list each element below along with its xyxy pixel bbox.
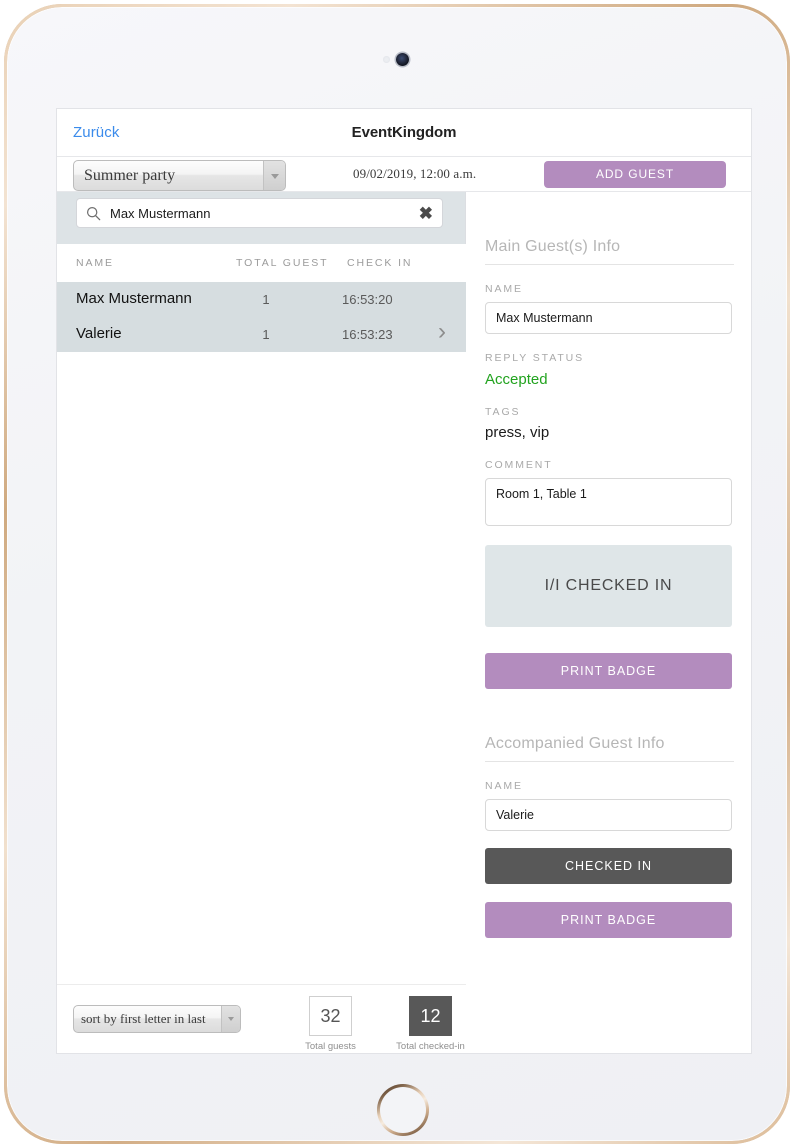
home-button[interactable]: [377, 1084, 429, 1136]
guest-check-in-time: 16:53:20: [342, 292, 393, 307]
comment-label: COMMENT: [485, 459, 553, 471]
guest-list: Max Mustermann 1 16:53:20 Valerie 1 16:5…: [57, 282, 466, 352]
search-input[interactable]: [110, 199, 410, 227]
guest-list-empty-area: [57, 352, 466, 984]
main-guest-print-badge-button[interactable]: PRINT BADGE: [485, 653, 732, 689]
app-window: Zurück EventKingdom Summer party 09/02/2…: [56, 108, 752, 1054]
guest-list-footer: sort by first letter in last 32 Total gu…: [57, 984, 466, 1053]
table-row[interactable]: Valerie 1 16:53:23: [57, 317, 466, 352]
ambient-light-sensor: [383, 56, 390, 63]
main-guest-section-title: Main Guest(s) Info: [485, 238, 621, 255]
total-guests-value: 32: [309, 996, 352, 1036]
event-date: 09/02/2019, 12:00 a.m.: [353, 166, 477, 181]
tags-label: TAGS: [485, 406, 521, 418]
main-guest-name-label: NAME: [485, 283, 523, 295]
content-split: ✖ NAME TOTAL GUEST CHECK IN Max Musterma…: [57, 192, 751, 1053]
page-title: EventKingdom: [351, 124, 457, 141]
table-row[interactable]: Max Mustermann 1 16:53:20: [57, 282, 466, 317]
chevron-right-icon[interactable]: ›: [438, 320, 446, 344]
column-header-total-guest: TOTAL GUEST: [236, 257, 329, 269]
column-header-name: NAME: [76, 257, 114, 269]
total-guests-label: Total guests: [305, 1041, 356, 1052]
chevron-down-icon: [263, 161, 285, 190]
event-select-label: Summer party: [84, 167, 176, 184]
search-icon: [86, 206, 101, 221]
chevron-down-icon: [221, 1006, 240, 1032]
sort-select[interactable]: sort by first letter in last: [73, 1005, 241, 1033]
event-select[interactable]: Summer party: [73, 160, 286, 191]
guest-name: Valerie: [76, 325, 122, 342]
front-camera-icon: [396, 53, 409, 66]
checked-in-guests-value: 12: [409, 996, 452, 1036]
comment-field[interactable]: Room 1, Table 1: [485, 478, 732, 526]
guest-list-header: NAME TOTAL GUEST CHECK IN: [57, 244, 466, 282]
accompanied-guest-name-field[interactable]: Valerie: [485, 799, 732, 831]
checked-in-guests-stat: 12 Total checked-in guests: [383, 996, 478, 1053]
reply-status-label: REPLY STATUS: [485, 352, 585, 364]
app-titlebar: Zurück EventKingdom: [57, 109, 751, 157]
main-guest-name-field[interactable]: Max Mustermann: [485, 302, 732, 334]
app-toolbar: Summer party 09/02/2019, 12:00 a.m. ADD …: [57, 157, 751, 192]
reply-status-value: Accepted: [485, 371, 548, 388]
guest-name: Max Mustermann: [76, 290, 192, 307]
checked-in-guests-label: Total checked-in guests: [396, 1041, 465, 1053]
divider: [485, 761, 734, 762]
main-guest-checked-in-status[interactable]: I/I CHECKED IN: [485, 545, 732, 627]
accompanied-guest-checked-in-button[interactable]: CHECKED IN: [485, 848, 732, 884]
divider: [485, 264, 734, 265]
guest-detail-pane: Main Guest(s) Info NAME Max Mustermann R…: [467, 192, 751, 1053]
guest-total: 1: [262, 327, 270, 342]
accompanied-guest-print-badge-button[interactable]: PRINT BADGE: [485, 902, 732, 938]
tags-value: press, vip: [485, 424, 550, 441]
add-guest-button[interactable]: ADD GUEST: [544, 161, 726, 188]
accompanied-guest-name-label: NAME: [485, 780, 523, 792]
guest-list-pane: ✖ NAME TOTAL GUEST CHECK IN Max Musterma…: [57, 192, 466, 1053]
total-guests-stat: 32 Total guests: [283, 996, 378, 1052]
sort-select-label: sort by first letter in last: [81, 1011, 206, 1026]
tablet-device-frame: Zurück EventKingdom Summer party 09/02/2…: [4, 4, 790, 1144]
search-bar: ✖: [76, 198, 443, 228]
column-header-check-in: CHECK IN: [347, 257, 413, 269]
clear-search-icon[interactable]: ✖: [419, 204, 433, 223]
accompanied-guest-section-title: Accompanied Guest Info: [485, 735, 665, 752]
guest-total: 1: [262, 292, 270, 307]
guest-check-in-time: 16:53:23: [342, 327, 393, 342]
